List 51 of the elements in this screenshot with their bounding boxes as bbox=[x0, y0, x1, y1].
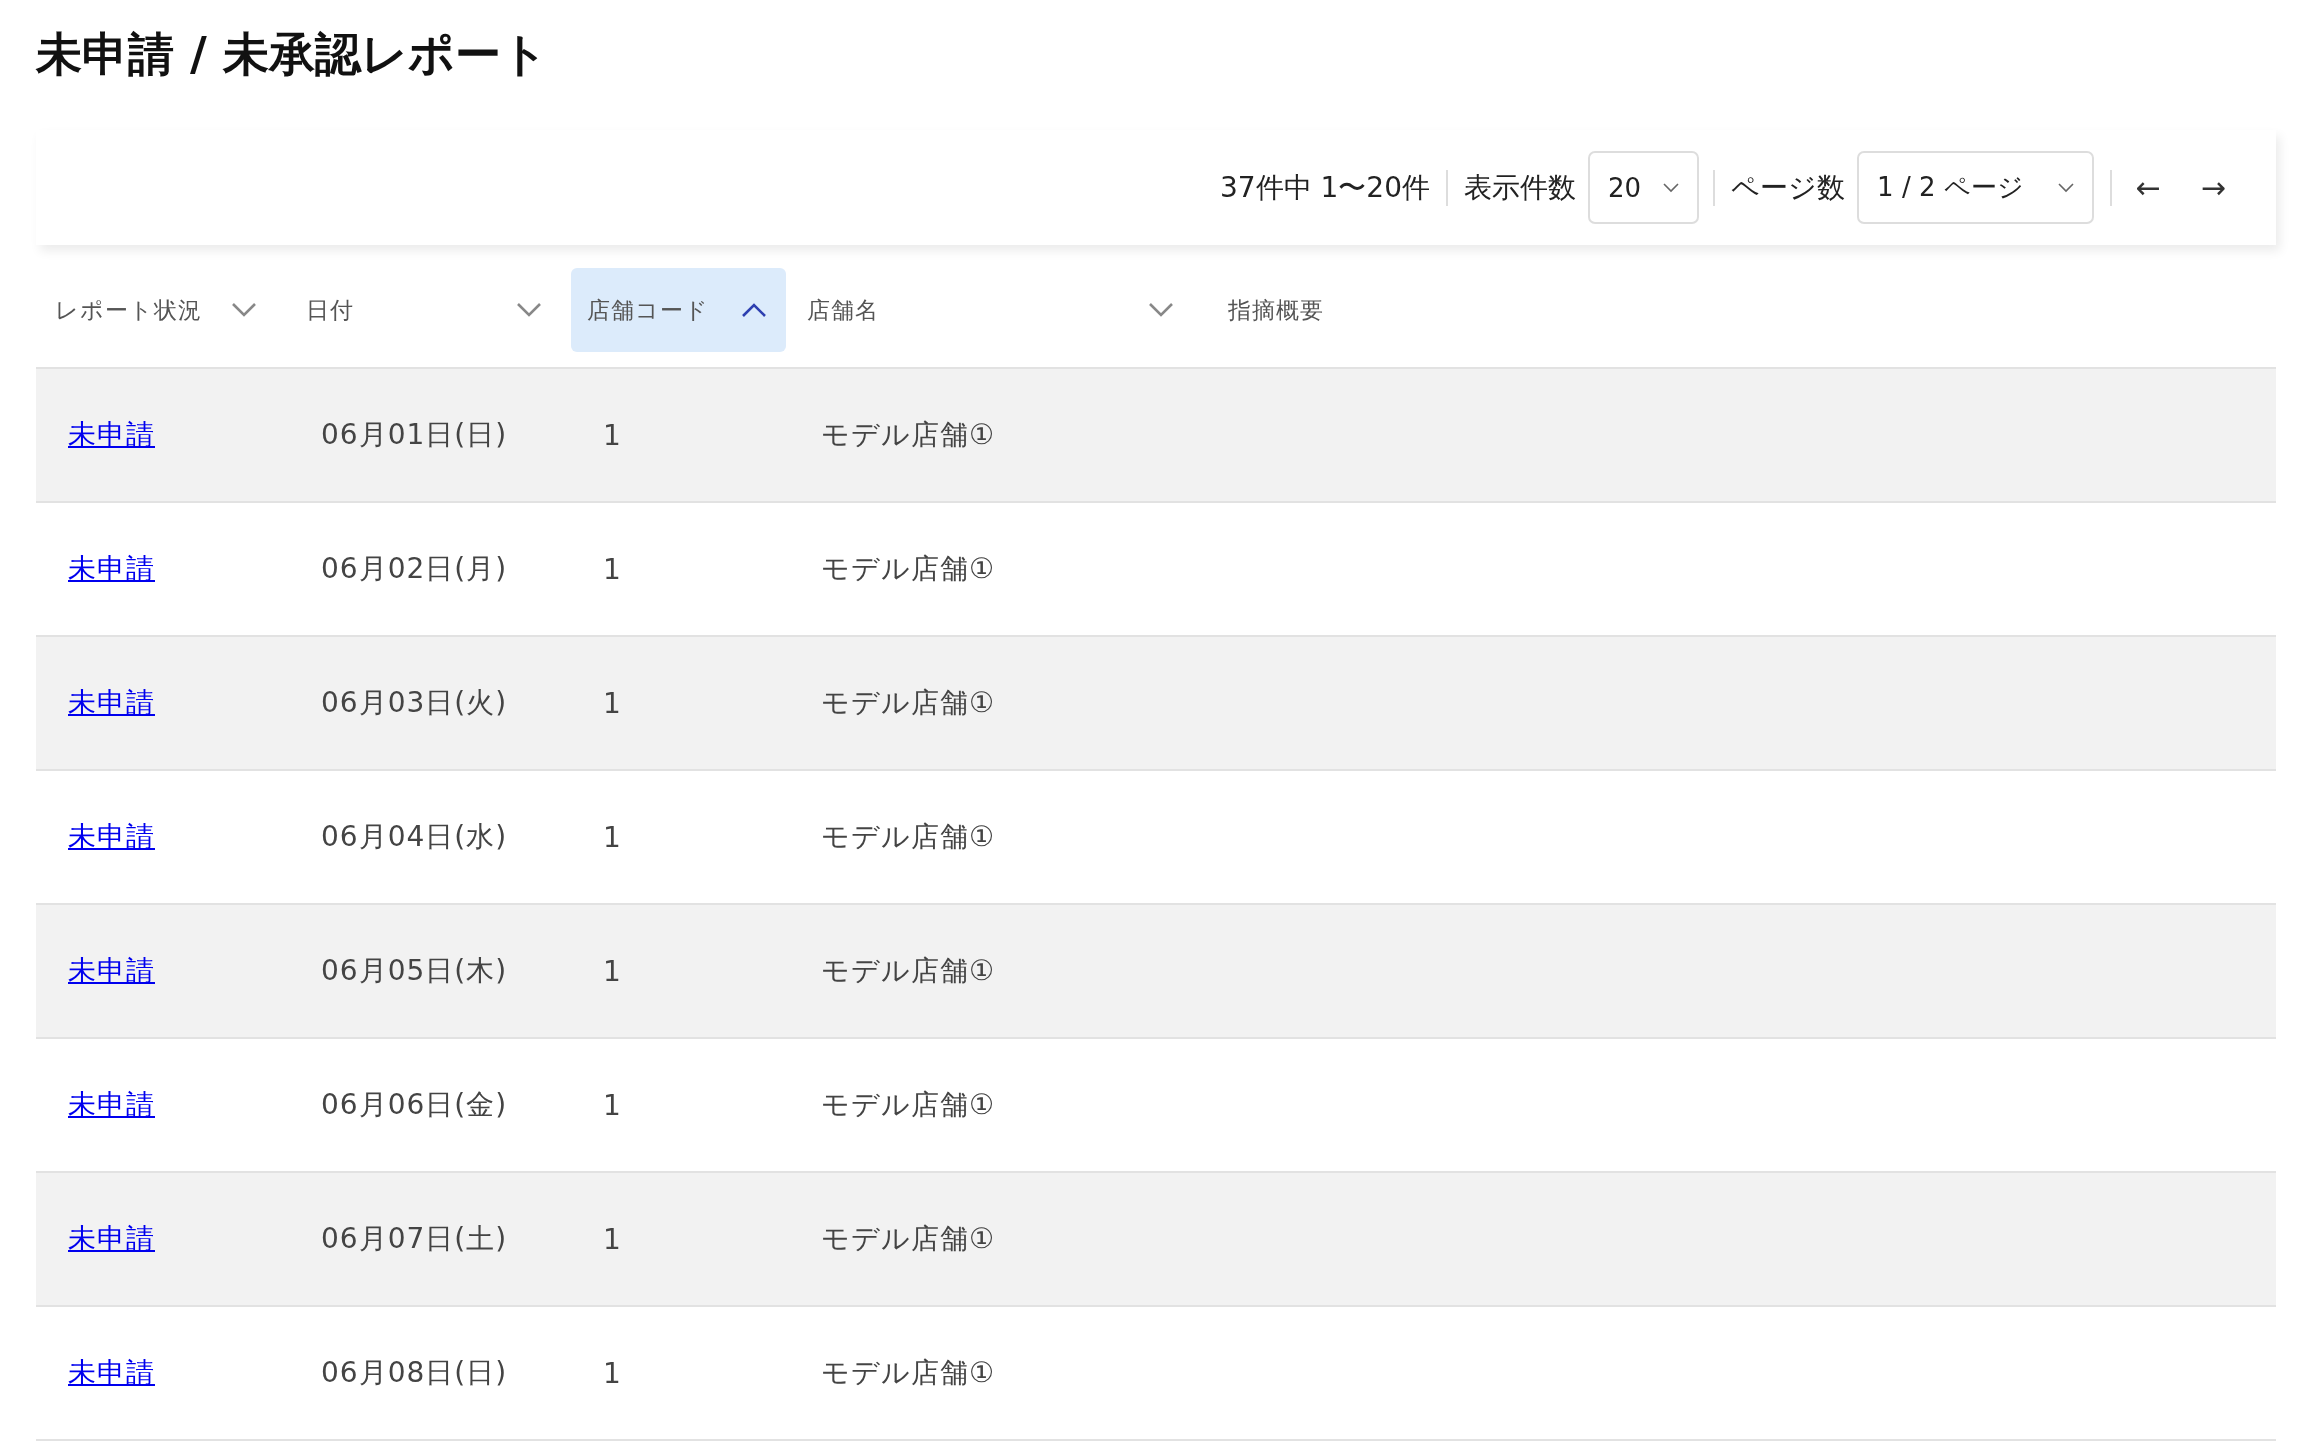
table-cell: 06月03日(火) bbox=[321, 686, 508, 719]
column-header[interactable]: レポート状況 bbox=[36, 268, 286, 352]
table-cell: 1 bbox=[603, 418, 622, 452]
table-cell: 06月01日(日) bbox=[321, 418, 508, 451]
chevron-down-icon bbox=[515, 302, 543, 318]
table-cell: モデル店舗① bbox=[821, 820, 996, 853]
result-count: 37件中 1〜20件 bbox=[1220, 169, 1430, 206]
table-cell: 06月04日(水) bbox=[321, 820, 508, 853]
table-cell: 06月02日(月) bbox=[321, 552, 508, 585]
table-cell: 06月05日(木) bbox=[321, 954, 508, 987]
table-cell: 1 bbox=[603, 1222, 622, 1256]
next-page-button[interactable]: → bbox=[2190, 170, 2236, 205]
table-cell: 06月07日(土) bbox=[321, 1222, 508, 1255]
table-cell: モデル店舗① bbox=[821, 954, 996, 987]
status-link[interactable]: 未申請 bbox=[68, 418, 155, 451]
status-link[interactable]: 未申請 bbox=[68, 552, 155, 585]
table-cell: モデル店舗① bbox=[821, 418, 996, 451]
status-link[interactable]: 未申請 bbox=[68, 686, 155, 719]
table-cell: モデル店舗① bbox=[821, 1222, 996, 1255]
status-link[interactable]: 未申請 bbox=[68, 1088, 155, 1121]
table-cell: モデル店舗① bbox=[821, 1088, 996, 1121]
status-link[interactable]: 未申請 bbox=[68, 954, 155, 987]
chevron-down-icon bbox=[230, 302, 258, 318]
table-cell: モデル店舗① bbox=[821, 686, 996, 719]
chevron-down-icon bbox=[2057, 182, 2074, 193]
status-link[interactable]: 未申請 bbox=[68, 1222, 155, 1255]
table-cell: モデル店舗① bbox=[821, 1356, 996, 1389]
sort-up-icon bbox=[740, 302, 768, 318]
status-link[interactable]: 未申請 bbox=[68, 820, 155, 853]
column-header[interactable]: 店舗コード bbox=[571, 268, 786, 352]
table-cell: 06月06日(金) bbox=[321, 1088, 508, 1121]
table-cell: 1 bbox=[603, 686, 622, 720]
page-select[interactable]: 1 / 2 ページ bbox=[1857, 151, 2094, 224]
table-cell: 1 bbox=[603, 1356, 622, 1390]
table-cell: 1 bbox=[603, 820, 622, 854]
table-cell: モデル店舗① bbox=[821, 552, 996, 585]
page-title: 未申請 / 未承認レポート bbox=[36, 26, 548, 83]
table-cell: 1 bbox=[603, 954, 622, 988]
chevron-down-icon bbox=[1147, 302, 1175, 318]
table-cell: 1 bbox=[603, 1088, 622, 1122]
page-size-select[interactable]: 20 bbox=[1588, 151, 1700, 224]
chevron-down-icon bbox=[1663, 182, 1680, 193]
page-size-label: 表示件数 bbox=[1464, 169, 1576, 206]
status-link[interactable]: 未申請 bbox=[68, 1356, 155, 1389]
previous-page-button[interactable]: ← bbox=[2125, 170, 2171, 205]
column-header[interactable]: 店舗名 bbox=[786, 268, 1203, 352]
table-cell: 06月08日(日) bbox=[321, 1356, 508, 1389]
column-header[interactable]: 指摘概要 bbox=[1203, 268, 2276, 352]
page-label: ページ数 bbox=[1731, 169, 1846, 206]
table-cell: 1 bbox=[603, 552, 622, 586]
column-header[interactable]: 日付 bbox=[286, 268, 571, 352]
